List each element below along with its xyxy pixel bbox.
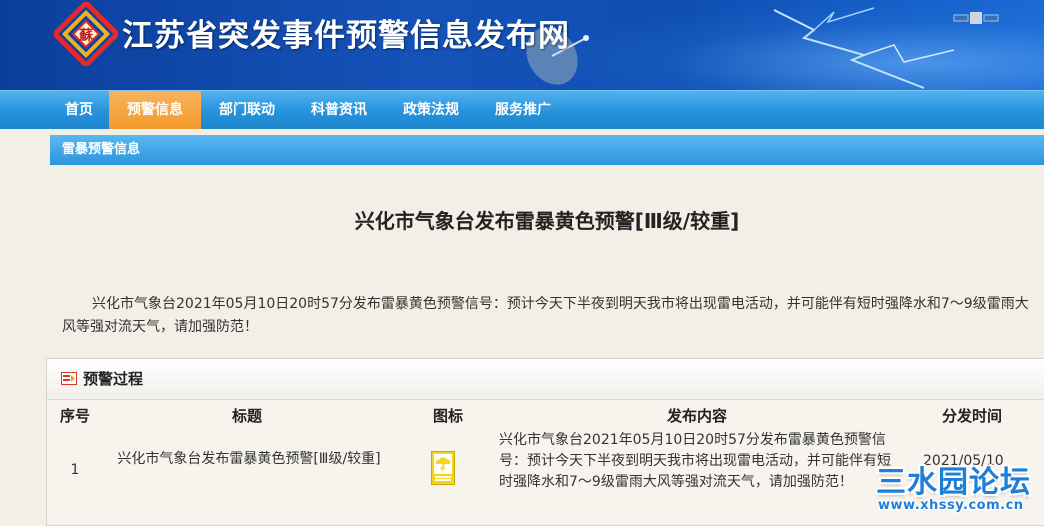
column-header-icon: 图标: [432, 407, 463, 425]
nav-item-warnings[interactable]: 预警信息: [109, 91, 201, 129]
watermark-url: www.xhssy.com.cn: [878, 498, 1024, 513]
article-title: 兴化市气象台发布雷暴黄色预警[Ⅲ级/较重]: [354, 209, 740, 233]
nav-item-departments[interactable]: 部门联动: [201, 91, 293, 129]
section-header-label: 雷暴预警信息: [62, 142, 141, 157]
warning-article: 兴化市气象台发布雷暴黄色预警[Ⅲ级/较重] 兴化市气象台2021年05月10日2…: [50, 165, 1044, 355]
thunderstorm-yellow-warning-icon: [431, 451, 455, 485]
row-content: 兴化市气象台2021年05月10日20时57分发布雷暴黄色预警信号：预计今天下半…: [499, 432, 891, 490]
site-title: 江苏省突发事件预警信息发布网: [122, 18, 570, 54]
satellite-icon: [953, 12, 999, 24]
row-index: 1: [70, 462, 80, 478]
main-nav: 首页 预警信息 部门联动 科普资讯 政策法规 服务推广: [0, 90, 1044, 129]
site-banner: 蘇 江苏省突发事件预警信息发布网: [0, 0, 1044, 90]
watermark-title: 三水园论坛: [876, 465, 1031, 500]
section-header: 雷暴预警信息: [50, 135, 1044, 165]
list-arrow-icon: [61, 372, 77, 385]
forum-watermark: 三水园论坛 www.xhssy.com.cn: [872, 455, 1044, 524]
warning-process-header: 预警过程: [47, 359, 1044, 400]
nav-item-science[interactable]: 科普资讯: [293, 91, 385, 129]
column-header-title: 标题: [231, 407, 262, 425]
nav-item-home[interactable]: 首页: [50, 91, 108, 129]
column-header-index: 序号: [59, 407, 90, 425]
site-logo-icon: 蘇: [54, 2, 118, 66]
nav-item-policy[interactable]: 政策法规: [385, 91, 477, 129]
logo-char: 蘇: [78, 27, 94, 44]
warning-process-title: 预警过程: [83, 370, 144, 388]
nav-item-services[interactable]: 服务推广: [477, 91, 569, 129]
article-body: 兴化市气象台2021年05月10日20时57分发布雷暴黄色预警信号：预计今天下半…: [62, 296, 1029, 335]
column-header-time: 分发时间: [941, 407, 1002, 425]
row-title-link[interactable]: 兴化市气象台发布雷暴黄色预警[Ⅲ级/较重]: [99, 449, 399, 470]
column-header-content: 发布内容: [666, 407, 727, 425]
